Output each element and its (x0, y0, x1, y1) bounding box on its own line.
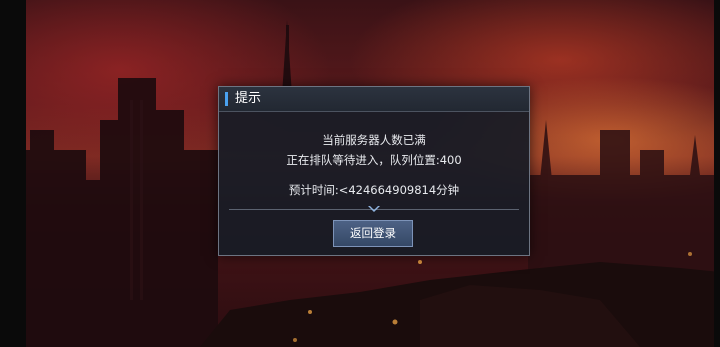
queue-position-message: 正在排队等待进入，队列位置:400 (286, 153, 462, 167)
dialog-header: 提示 (219, 87, 529, 112)
estimated-time-message: 预计时间:<424664909814分钟 (288, 183, 460, 197)
header-accent-bar (225, 92, 228, 106)
dialog-title: 提示 (235, 91, 262, 106)
return-to-login-button[interactable]: 返回登录 (333, 220, 413, 247)
queue-dialog: 提示 当前服务器人数已满 正在排队等待进入，队列位置:400 预计时间:<424… (218, 86, 530, 256)
chevron-down-icon (368, 206, 380, 212)
left-letterbox (0, 0, 26, 347)
right-letterbox (714, 0, 720, 347)
server-full-message: 当前服务器人数已满 (322, 133, 426, 147)
